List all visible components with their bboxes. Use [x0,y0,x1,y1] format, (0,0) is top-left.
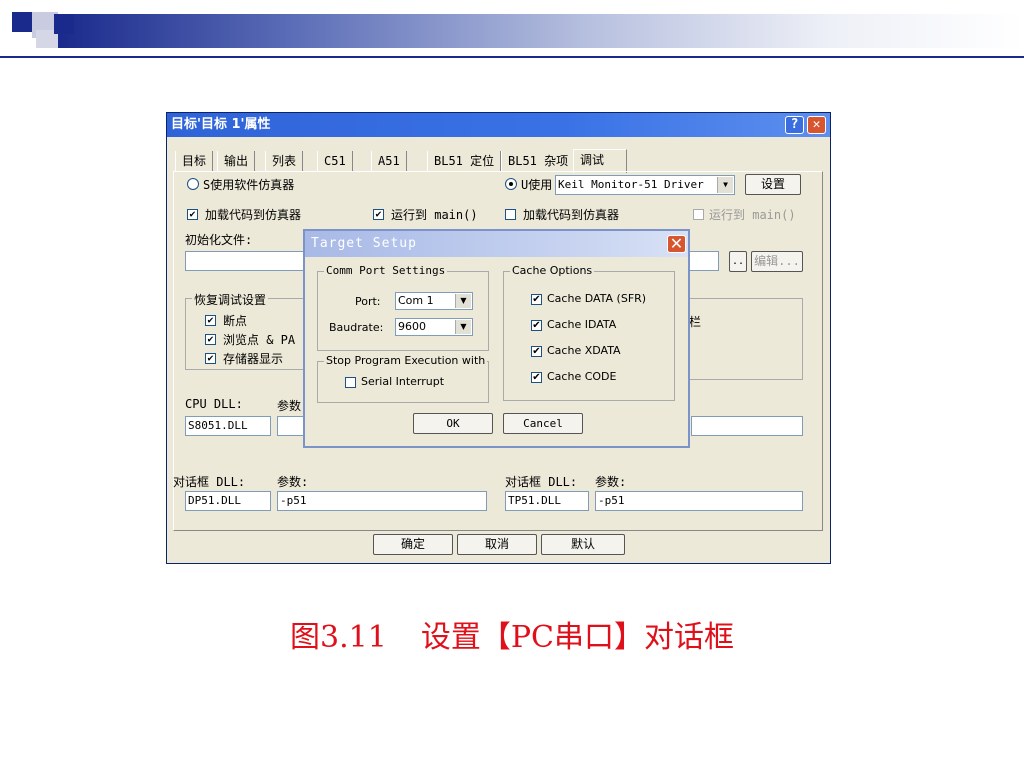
target-setup-title: Target Setup [311,236,417,251]
toolbar-label-fragment: 栏 [689,315,702,329]
cpu-dll-label: CPU DLL: [185,397,243,411]
right-restore-group [687,298,803,380]
right-dialog-params-input[interactable]: -p51 [595,491,803,511]
init-file-input[interactable] [185,251,305,271]
figure-number: 图3.11 [290,620,387,655]
baudrate-label: Baudrate: [329,321,384,334]
restore-settings-title: 恢复调试设置 [192,291,269,308]
watchpoints-label: 浏览点 & PA [223,333,296,347]
right-load-code-label: 加载代码到仿真器 [523,208,620,222]
memory-display-label: 存储器显示 [223,352,284,366]
left-dialog-dll-label: 对话框 DLL: [173,475,246,489]
memory-display-checkbox[interactable]: ✔ [205,353,216,364]
serial-interrupt-checkbox[interactable] [345,377,356,388]
target-setup-ok-button[interactable]: OK [413,413,493,434]
right-run-main-checkbox[interactable] [693,209,704,220]
cache-data-label: Cache DATA (SFR) [547,292,647,305]
tab-bl51-misc[interactable]: BL51 杂项 [501,151,576,171]
init-file-label: 初始化文件: [185,233,253,247]
left-dialog-params-input[interactable]: -p51 [277,491,487,511]
cache-idata-checkbox[interactable]: ✔ [531,320,542,331]
window-title: 目标'目标 1'属性 [171,117,271,132]
close-button[interactable]: ✕ [807,116,826,134]
top-rule [0,56,1024,58]
baudrate-select[interactable]: 9600 ▼ [395,318,473,336]
help-button[interactable]: ? [785,116,804,134]
baudrate-select-value: 9600 [398,320,426,333]
right-load-code-checkbox[interactable] [505,209,516,220]
slide: 目标'目标 1'属性 ? ✕ 目标 输出 列表 C51 A51 BL51 定位 … [0,0,1024,768]
cancel-button[interactable]: 取消 [457,534,537,555]
left-load-code-label: 加载代码到仿真器 [205,208,302,222]
target-setup-titlebar: Target Setup [305,231,688,257]
left-dialog-params-label: 参数: [277,475,309,489]
target-setup-close-button[interactable]: ✕ [667,235,686,253]
cache-xdata-label: Cache XDATA [547,344,621,357]
cpu-dll-input[interactable]: S8051.DLL [185,416,271,436]
port-select[interactable]: Com 1 ▼ [395,292,473,310]
tab-a51[interactable]: A51 [371,151,407,171]
target-setup-dialog: Target Setup ✕ Comm Port Settings Port: … [303,229,690,448]
figure-caption: 图3.11 设置【PC串口】对话框 [0,612,1024,656]
right-init-file-input[interactable] [687,251,719,271]
cpu-params-label: 参数 [277,399,302,413]
tab-bl51-locate[interactable]: BL51 定位 [427,151,502,171]
comm-port-group-title: Comm Port Settings [324,264,448,277]
right-run-main-label: 运行到 main() [709,208,796,222]
right-dialog-dll-label: 对话框 DLL: [505,475,578,489]
driver-select-value: Keil Monitor-51 Driver [558,178,704,191]
watchpoints-checkbox[interactable]: ✔ [205,334,216,345]
deco-square-dark [12,12,32,32]
breakpoints-label: 断点 [223,314,248,328]
window-titlebar: 目标'目标 1'属性 [167,113,830,137]
cache-code-label: Cache CODE [547,370,617,383]
chevron-down-icon: ▼ [717,177,733,193]
deco-square-dark-2 [54,14,74,34]
use-monitor-label: U使用 [521,178,553,192]
tab-c51[interactable]: C51 [317,151,353,171]
use-simulator-label: S使用软件仿真器 [203,178,295,192]
chevron-down-icon: ▼ [455,294,471,308]
cache-xdata-checkbox[interactable]: ✔ [531,346,542,357]
tab-target[interactable]: 目标 [175,151,214,171]
cache-options-group-title: Cache Options [510,264,595,277]
right-dialog-params-label: 参数: [595,475,627,489]
ok-button[interactable]: 确定 [373,534,453,555]
left-load-code-checkbox[interactable]: ✔ [187,209,198,220]
cache-data-checkbox[interactable]: ✔ [531,294,542,305]
target-setup-cancel-button[interactable]: Cancel [503,413,583,434]
tab-listing[interactable]: 列表 [265,151,304,171]
figure-caption-text: 设置【PC串口】对话框 [420,620,734,655]
use-monitor-radio[interactable] [505,178,517,190]
right-params-input[interactable] [691,416,803,436]
chevron-down-icon: ▼ [455,320,471,334]
stop-execution-group-title: Stop Program Execution with [324,354,488,367]
top-decoration [0,0,1024,58]
use-simulator-radio[interactable] [187,178,199,190]
browse-button[interactable]: .. [729,251,747,272]
settings-button[interactable]: 设置 [745,174,801,195]
cache-idata-label: Cache IDATA [547,318,617,331]
right-dialog-dll-input[interactable]: TP51.DLL [505,491,589,511]
edit-button[interactable]: 编辑... [751,251,803,272]
comm-port-group: Comm Port Settings [317,264,489,351]
port-select-value: Com 1 [398,294,434,307]
serial-interrupt-label: Serial Interrupt [361,375,445,388]
left-run-main-checkbox[interactable]: ✔ [373,209,384,220]
tab-debug[interactable]: 调试 [573,149,627,173]
breakpoints-checkbox[interactable]: ✔ [205,315,216,326]
left-run-main-label: 运行到 main() [391,208,478,222]
port-label: Port: [355,295,381,308]
left-dialog-dll-input[interactable]: DP51.DLL [185,491,271,511]
cache-code-checkbox[interactable]: ✔ [531,372,542,383]
driver-select[interactable]: Keil Monitor-51 Driver ▼ [555,175,735,195]
top-gradient-bar [58,14,1024,48]
default-button[interactable]: 默认 [541,534,625,555]
tab-output[interactable]: 输出 [217,151,256,171]
